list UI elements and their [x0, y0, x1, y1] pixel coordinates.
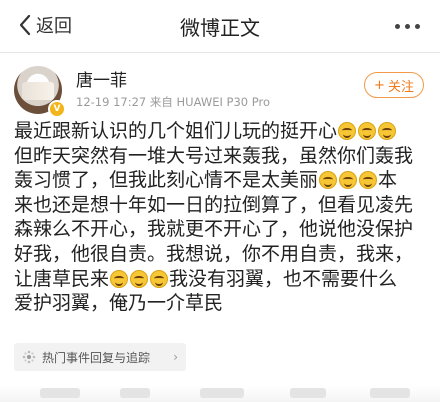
follow-label: 关注: [387, 79, 414, 95]
plus-icon: +: [374, 77, 385, 93]
nav-bar: 返回 微博正文: [0, 0, 440, 53]
post-text: 好我，他很自责。我想说，你不用自责，我来，: [14, 242, 414, 265]
laugh-emoji-icon: [130, 269, 149, 288]
laugh-emoji-icon: [378, 122, 397, 140]
post-body-line: 最近跟新认识的几个姐们儿玩的挺开心: [14, 119, 434, 144]
post-body-line: 爱护羽翼，俺乃一介草民: [14, 291, 434, 316]
post-body-line: 好我，他很自责。我想说，你不用自责，我来，: [14, 242, 434, 267]
hot-topic-icon: [22, 350, 36, 364]
post-body-line: 但昨天突然有一堆大号过来轰我，虽然你们轰我: [14, 144, 434, 169]
laugh-emoji-icon: [338, 122, 357, 140]
post-text: 来也还是想十年如一日的拉倒算了，但看见凌先: [14, 193, 414, 216]
cut-off-next-row: [0, 386, 440, 402]
topic-link[interactable]: 热门事件回复与追踪 ›: [14, 343, 186, 371]
post-text: 本: [378, 169, 398, 192]
post-body-line: 轰习惯了，但我此刻心情不是太美丽 本: [14, 168, 434, 193]
laugh-emoji-icon: [319, 171, 338, 190]
post-text: 最近跟新认识的几个姐们儿玩的挺开心: [14, 120, 338, 142]
post-body-line: 森辣么不开心，我就更不开心了，他说他没保护: [14, 217, 434, 242]
post-text: 但昨天突然有一堆大号过来轰我，虽然你们轰我: [14, 144, 414, 167]
page-title: 微博正文: [180, 16, 260, 40]
post-text: 我没有羽翼，也不需要什么: [169, 267, 398, 290]
laugh-emoji-icon: [110, 269, 129, 288]
post-text: 爱护羽翼，俺乃一介草民: [14, 292, 224, 315]
author-name[interactable]: 唐一菲: [76, 66, 127, 91]
post-text: 森辣么不开心，我就更不开心了，他说他没保护: [14, 218, 414, 241]
laugh-emoji-icon: [150, 269, 169, 288]
post-body-line: 来也还是想十年如一日的拉倒算了，但看见凌先: [14, 193, 434, 218]
post-text: 轰习惯了，但我此刻心情不是太美丽: [14, 169, 319, 192]
more-options-icon[interactable]: [395, 24, 420, 29]
follow-button[interactable]: + 关注: [364, 72, 424, 98]
verified-badge-icon: V: [48, 100, 66, 118]
chevron-right-icon: ›: [173, 350, 178, 364]
laugh-emoji-icon: [339, 171, 358, 190]
laugh-emoji-icon: [359, 171, 378, 190]
topic-label: 热门事件回复与追踪: [42, 350, 151, 365]
laugh-emoji-icon: [358, 122, 377, 140]
post-meta: 12-19 17:27 来自 HUAWEI P30 Pro: [76, 95, 270, 109]
post-body-line: 让唐草民来 我没有羽翼，也不需要什么: [14, 267, 434, 292]
post-body: 最近跟新认识的几个姐们儿玩的挺开心 但昨天突然有一堆大号过来轰我，虽然你们轰我 轰习…: [14, 119, 434, 316]
post-text: 让唐草民来: [14, 267, 110, 290]
